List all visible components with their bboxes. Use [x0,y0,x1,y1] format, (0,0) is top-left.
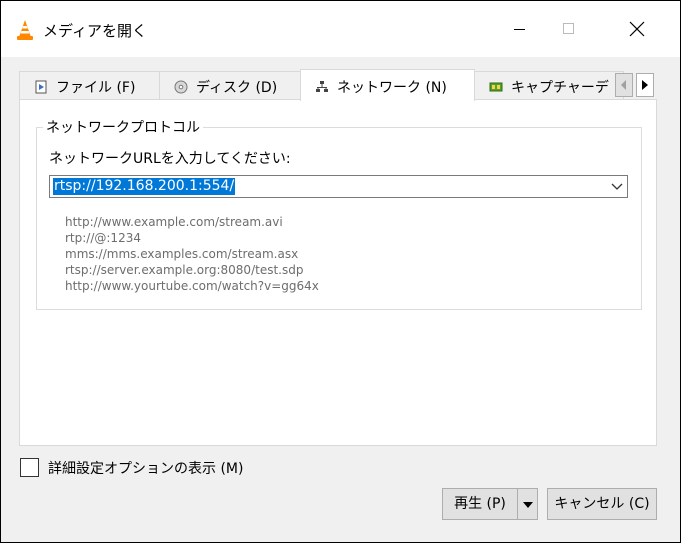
play-options-dropdown-button[interactable] [517,488,538,520]
open-media-dialog: メディアを開く ファイル (F) ディスク (D) ネットワーク (N) キャプ… [1,1,680,542]
tab-file[interactable]: ファイル (F) [19,71,160,99]
chevron-right-icon [642,80,648,90]
url-example: http://www.example.com/stream.avi [65,215,283,229]
tab-network-label: ネットワーク (N) [337,80,447,96]
network-url-combobox[interactable]: rtsp://192.168.200.1:554/ [49,175,628,198]
advanced-options-checkbox[interactable] [20,458,39,477]
source-tabs: ファイル (F) ディスク (D) ネットワーク (N) キャプチャーデ [19,69,657,101]
minimize-button[interactable] [498,1,544,57]
group-title: ネットワークプロトコル [43,117,203,137]
tab-disc[interactable]: ディスク (D) [159,71,301,99]
tab-scroll-right-button[interactable] [636,73,654,97]
tab-scroll-left-button[interactable] [615,73,633,97]
tab-disc-label: ディスク (D) [196,80,278,96]
network-icon [315,80,329,94]
network-panel: ネットワークプロトコル ネットワークURLを入力してください: rtsp://1… [19,99,657,446]
tab-network[interactable]: ネットワーク (N) [300,69,475,101]
disc-icon [174,80,188,94]
maximize-icon [563,23,574,34]
maximize-button[interactable] [546,1,592,57]
caret-down-icon [523,502,533,508]
url-example: http://www.yourtube.com/watch?v=gg64x [65,279,319,293]
file-icon [34,80,48,94]
url-label: ネットワークURLを入力してください: [49,151,291,167]
minimize-icon [514,29,525,30]
capture-card-icon [489,80,503,94]
play-button[interactable]: 再生 (P) [442,488,518,520]
url-example: rtp://@:1234 [65,231,141,245]
url-example: rtsp://server.example.org:8080/test.sdp [65,263,304,277]
window-title: メディアを開く [43,22,147,40]
chevron-left-icon [621,80,626,90]
cancel-button[interactable]: キャンセル (C) [547,488,657,520]
url-examples: http://www.example.com/stream.avi rtp://… [65,214,319,294]
tab-capture-device-label: キャプチャーデ [511,80,609,96]
vlc-cone-icon [15,19,35,41]
url-example: mms://mms.examples.com/stream.asx [65,247,299,261]
title-bar[interactable]: メディアを開く [1,1,680,57]
network-url-value[interactable]: rtsp://192.168.200.1:554/ [53,178,236,195]
chevron-down-icon[interactable] [611,182,623,192]
close-button[interactable] [615,1,661,57]
advanced-options-label[interactable]: 詳細設定オプションの表示 (M) [48,458,243,478]
tab-file-label: ファイル (F) [56,80,136,96]
tab-capture-device[interactable]: キャプチャーデ [474,71,624,99]
close-icon [629,21,645,37]
